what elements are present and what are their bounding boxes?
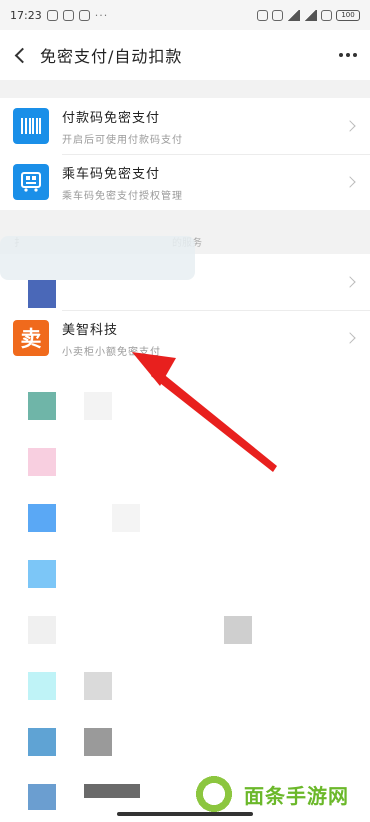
- watermark: 面条手游网: [190, 770, 349, 818]
- annotation-arrow: [132, 352, 277, 472]
- watermark-text: 面条手游网: [244, 783, 349, 808]
- home-indicator[interactable]: [117, 812, 253, 816]
- watermark-logo-icon: [190, 770, 238, 818]
